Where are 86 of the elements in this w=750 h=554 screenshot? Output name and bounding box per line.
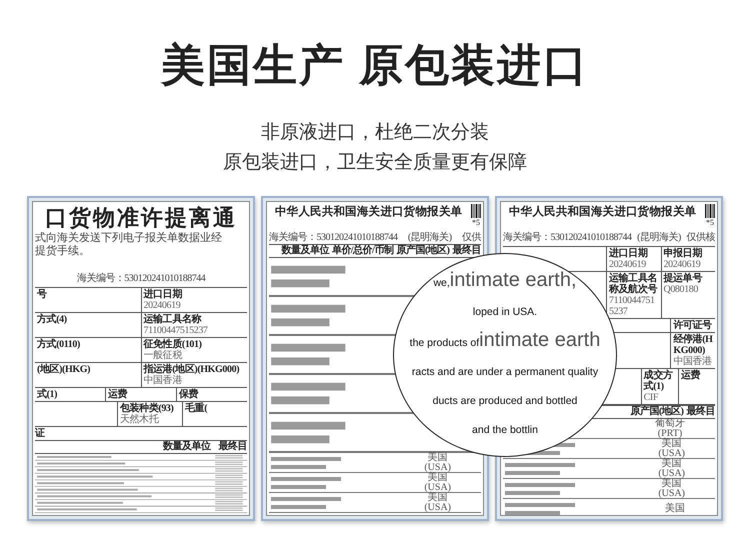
barcode-icon bbox=[705, 204, 715, 218]
notice-text: 式向海关发送下列电子报关单数据业经 bbox=[35, 232, 223, 245]
field-label: 指运港(地区)(HKG000) bbox=[144, 364, 240, 375]
reference-text: 海关编号：530120241010188744 bbox=[269, 231, 398, 244]
origin-country: 美国 bbox=[662, 458, 682, 468]
field-value: 20240619 bbox=[609, 259, 647, 270]
origin-country: 美国 bbox=[428, 472, 448, 482]
field-label: 运费 bbox=[108, 389, 128, 400]
field-label: 运输工具名称 bbox=[144, 314, 202, 325]
document-title: 中华人民共和国海关进口货物报关单 bbox=[274, 204, 462, 220]
field-label: 经停港(HKG000) bbox=[673, 334, 713, 356]
reference-text: (昆明海关) bbox=[637, 231, 681, 244]
document-title: 口货物准许提离通 bbox=[45, 204, 237, 232]
origin-country: 美国 bbox=[428, 492, 448, 502]
field-value: 天然木托 bbox=[120, 414, 160, 425]
field-label: 毛重( bbox=[185, 403, 208, 414]
field-label: 进口日期 bbox=[144, 289, 183, 300]
subtitle-line: 原包装进口，卫生安全质量更有保障 bbox=[223, 151, 527, 175]
field-label: 进口日期 bbox=[609, 248, 648, 259]
origin-country: 美国 bbox=[665, 504, 685, 514]
section-label: 证 bbox=[35, 427, 46, 440]
magnified-text: the products ofintimate earth bbox=[410, 330, 600, 353]
column-header: 数量及单位 bbox=[281, 245, 329, 257]
column-header: 原产国(地区) bbox=[396, 245, 450, 257]
field-value: 20240619 bbox=[664, 259, 702, 270]
origin-code: (USA) bbox=[424, 482, 451, 492]
field-label: 式(1) bbox=[37, 389, 58, 400]
field-value: 71100447515237 bbox=[144, 325, 209, 336]
field-value: 20240619 bbox=[144, 300, 182, 311]
origin-country: 美国 bbox=[428, 452, 448, 462]
notice-text: 提货手续。 bbox=[35, 245, 91, 258]
field-label: 号 bbox=[37, 289, 48, 300]
field-value: 中国香港 bbox=[673, 356, 713, 367]
text-lines-drawing bbox=[505, 502, 575, 514]
field-label: 征免性质(101) bbox=[144, 339, 203, 350]
headline: 美国生产 原包装进口 bbox=[160, 40, 590, 92]
origin-code: (USA) bbox=[424, 462, 451, 472]
reference-text: 海关编号：530120241010188744 bbox=[76, 272, 206, 285]
document-title: 中华人民共和国海关进口货物报关单 bbox=[508, 204, 696, 220]
field-label: 提运单号 bbox=[664, 273, 704, 284]
column-header: 最终目 bbox=[686, 406, 715, 418]
field-label: (地区)(HKG) bbox=[37, 364, 92, 375]
field-label: 运输工具名称及航次号 bbox=[609, 273, 658, 295]
field-label: 成交方式(1) bbox=[644, 370, 674, 392]
field-label: 方式(4) bbox=[37, 314, 68, 325]
field-label: 包装种类(93) bbox=[120, 403, 174, 414]
reference-text: 仅供核 bbox=[686, 231, 715, 244]
column-header: 最终目 bbox=[218, 441, 247, 453]
reference-text: 仅供 bbox=[462, 231, 481, 244]
column-header: 单价/总价/币制 bbox=[332, 245, 394, 257]
reference-text: 海关编号：530120241010188744 bbox=[503, 231, 632, 244]
text-lines-drawing bbox=[505, 482, 575, 494]
text-lines-drawing bbox=[505, 462, 575, 474]
column-header: 原产国(地区) bbox=[630, 406, 684, 418]
magnified-text: we,intimate earth, bbox=[433, 270, 577, 293]
field-label: 运费 bbox=[680, 370, 702, 381]
field-value: 71100447515237 bbox=[609, 295, 656, 317]
field-value: 中国香港 bbox=[144, 375, 183, 386]
magnified-text: loped in USA. bbox=[472, 305, 538, 320]
origin-code: (PRT) bbox=[658, 428, 682, 438]
magnified-text: racts and are under a permanent quality bbox=[412, 365, 598, 380]
field-label: 方式(0110) bbox=[37, 339, 81, 350]
field-label: 申报日期 bbox=[664, 248, 703, 259]
field-label: 保费 bbox=[179, 389, 200, 400]
field-value: 一般征税 bbox=[144, 350, 184, 361]
field-value: Q080180 bbox=[664, 284, 699, 295]
column-header: 最终目 bbox=[452, 245, 481, 257]
origin-code: (USA) bbox=[658, 468, 685, 478]
magnified-text: and the bottlin bbox=[472, 423, 538, 438]
reference-text: (昆明海关) bbox=[408, 231, 452, 244]
text-lines-drawing bbox=[271, 476, 341, 488]
barcode-mark: *5 bbox=[706, 218, 714, 227]
barcode-mark: *5 bbox=[472, 218, 480, 227]
subtitle-line: 非原液进口，杜绝二次分装 bbox=[261, 121, 489, 145]
text-lines-drawing bbox=[271, 456, 341, 468]
origin-country: 美国 bbox=[662, 438, 682, 448]
field-value: CIF bbox=[644, 392, 660, 403]
magnified-text: ducts are produced and bottled bbox=[432, 394, 578, 409]
text-lines-drawing bbox=[271, 496, 341, 508]
barcode-icon bbox=[471, 204, 481, 218]
field-label: 许可证号 bbox=[673, 320, 713, 331]
origin-code: (USA) bbox=[424, 502, 451, 512]
origin-code: (USA) bbox=[658, 448, 685, 458]
origin-country: 美国 bbox=[662, 478, 682, 488]
origin-code: (USA) bbox=[658, 488, 685, 498]
column-header: 数量及单位 bbox=[163, 441, 210, 453]
